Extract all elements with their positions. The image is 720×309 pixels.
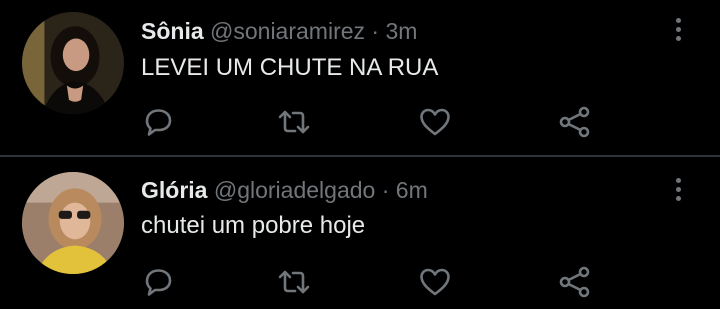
- display-name[interactable]: Sônia: [141, 18, 204, 44]
- username[interactable]: @soniaramirez: [210, 18, 365, 44]
- display-name[interactable]: Glória: [141, 177, 207, 203]
- avatar-image: [22, 12, 124, 114]
- tweet-header: Glória @gloriadelgado · 6m: [141, 176, 428, 204]
- avatar[interactable]: [22, 12, 124, 114]
- like-icon[interactable]: [417, 264, 453, 300]
- reply-icon[interactable]: [140, 104, 176, 140]
- retweet-icon[interactable]: [276, 104, 312, 140]
- separator: ·: [381, 177, 390, 203]
- timestamp[interactable]: 3m: [385, 18, 417, 44]
- reply-icon[interactable]: [140, 264, 176, 300]
- tweet-actions: [0, 264, 720, 300]
- avatar[interactable]: [22, 172, 124, 274]
- tweet-actions: [0, 104, 720, 140]
- tweet-text: chutei um pobre hoje: [141, 212, 366, 239]
- retweet-icon[interactable]: [276, 264, 312, 300]
- like-icon[interactable]: [417, 104, 453, 140]
- more-options-icon[interactable]: [670, 175, 686, 205]
- more-options-icon[interactable]: [670, 15, 686, 45]
- separator: ·: [371, 18, 380, 44]
- tweet-header: Sônia @soniaramirez · 3m: [141, 17, 417, 45]
- share-icon[interactable]: [557, 104, 593, 140]
- username[interactable]: @gloriadelgado: [214, 177, 375, 203]
- tweet[interactable]: Sônia @soniaramirez · 3m LEVEI UM CHUTE …: [0, 0, 720, 155]
- timestamp[interactable]: 6m: [396, 177, 428, 203]
- tweet[interactable]: Glória @gloriadelgado · 6m chutei um pob…: [0, 157, 720, 309]
- share-icon[interactable]: [557, 264, 593, 300]
- tweet-text: LEVEI UM CHUTE NA RUA: [141, 54, 439, 81]
- avatar-image: [22, 172, 124, 274]
